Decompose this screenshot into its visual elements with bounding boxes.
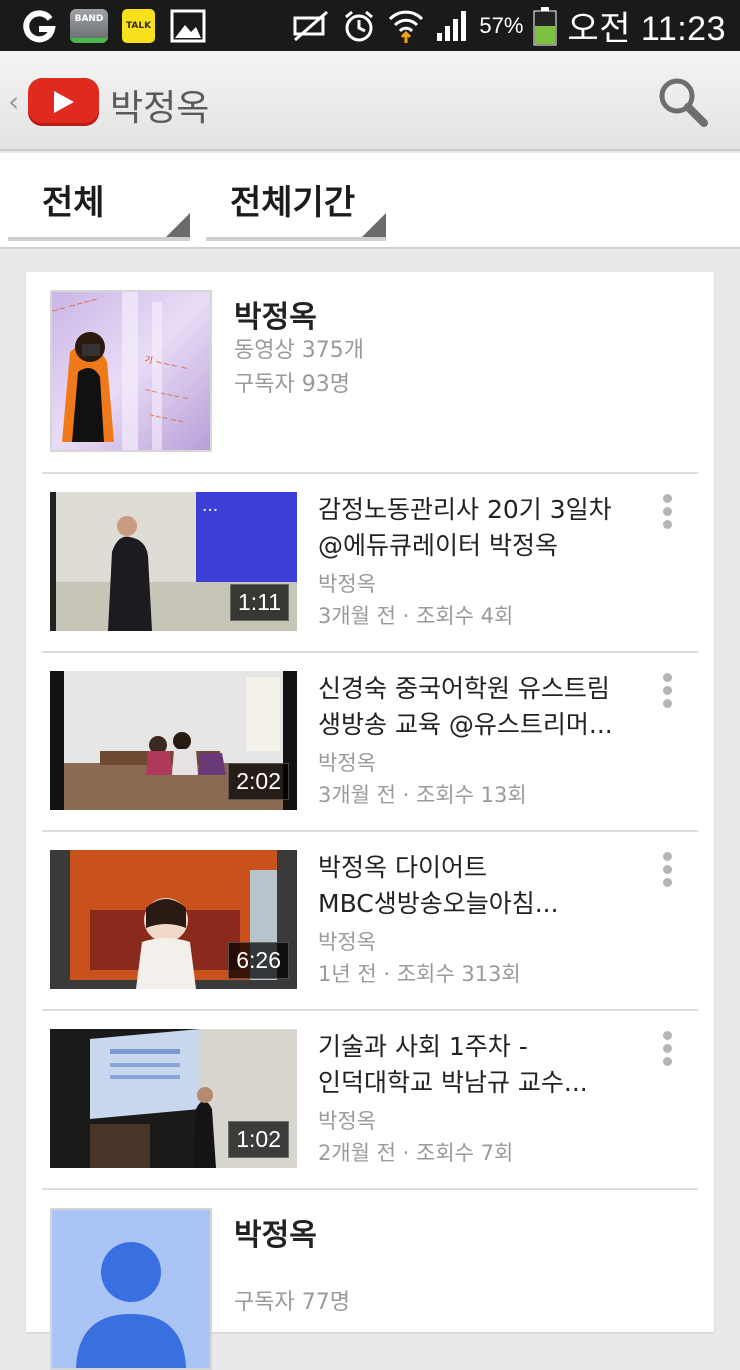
channel-result[interactable]: 기 ~~~ ~ ~~ ~~~ ~ ~~~ ~~ ~~ ~~~~ 박정옥 동영상 … — [26, 272, 714, 472]
dropdown-corner-icon — [166, 213, 190, 237]
content-type-filter[interactable]: 전체 — [8, 175, 190, 241]
video-meta: 1년 전 · 조회수 313회 — [318, 962, 521, 986]
more-options-icon[interactable] — [660, 673, 674, 709]
wifi-icon — [389, 10, 424, 43]
status-right: 57% 오전 11:23 — [291, 0, 726, 51]
status-bar: BAND TALK 57% 오전 11:23 — [0, 0, 740, 51]
video-title: 신경숙 중국어학원 유스트림 생방송 교육 @유스트리머... — [318, 671, 648, 743]
more-options-icon[interactable] — [660, 1031, 674, 1067]
dropdown-corner-icon — [362, 213, 386, 237]
search-icon[interactable] — [656, 75, 710, 129]
video-title-line: 신경숙 중국어학원 유스트림 — [318, 674, 610, 703]
video-channel: 박정옥 — [318, 572, 376, 596]
more-options-icon[interactable] — [660, 494, 674, 530]
video-meta: 3개월 전 · 조회수 4회 — [318, 604, 514, 628]
video-title-line: 인덕대학교 박남규 교수... — [318, 1068, 588, 1097]
video-thumbnail[interactable]: 1:02 — [50, 1029, 297, 1168]
channel-subscriber-count: 구독자 77명 — [234, 1290, 350, 1315]
results-list: 기 ~~~ ~ ~~ ~~~ ~ ~~~ ~~ ~~ ~~~~ 박정옥 동영상 … — [26, 272, 714, 1370]
status-time: 오전 11:23 — [567, 10, 726, 48]
notification-g-icon — [23, 10, 56, 43]
battery-icon — [533, 6, 557, 45]
video-thumbnail[interactable]: ··· 1:11 — [50, 492, 297, 631]
video-duration: 2:02 — [228, 763, 289, 800]
video-item[interactable]: 2:02 신경숙 중국어학원 유스트림 생방송 교육 @유스트리머... 박정옥… — [26, 653, 714, 831]
video-thumbnail[interactable]: 6:26 — [50, 850, 297, 989]
period-filter[interactable]: 전체기간 — [206, 175, 386, 241]
video-duration: 1:02 — [228, 1121, 289, 1158]
video-title-line: 생방송 교육 @유스트리머... — [318, 710, 613, 739]
video-thumbnail[interactable]: 2:02 — [50, 671, 297, 810]
video-meta: 3개월 전 · 조회수 13회 — [318, 783, 527, 807]
svg-text:···: ··· — [202, 501, 218, 521]
video-duration: 1:11 — [229, 584, 289, 621]
video-item[interactable]: 6:26 박정옥 다이어트 MBC생방송오늘아침... 박정옥 1년 전 · 조… — [26, 832, 714, 1010]
content-type-label: 전체 — [42, 183, 105, 223]
video-channel: 박정옥 — [318, 1109, 376, 1133]
channel-name: 박정옥 — [234, 1218, 317, 1253]
channel-subscriber-count: 구독자 93명 — [234, 372, 350, 397]
video-title-line: 박정옥 다이어트 — [318, 853, 487, 882]
alarm-icon — [345, 10, 374, 41]
video-meta: 2개월 전 · 조회수 7회 — [318, 1141, 514, 1165]
youtube-logo-icon[interactable] — [28, 78, 99, 126]
signal-icon — [437, 10, 467, 41]
video-title: 기술과 사회 1주차 - 인덕대학교 박남규 교수... — [318, 1029, 648, 1101]
kakaotalk-icon: TALK — [122, 9, 155, 43]
video-title-line: MBC생방송오늘아침... — [318, 889, 559, 918]
channel-thumbnail[interactable]: 기 ~~~ ~ ~~ ~~~ ~ ~~~ ~~ ~~ ~~~~ — [50, 290, 212, 452]
video-duration: 6:26 — [228, 942, 289, 979]
gallery-icon — [170, 9, 206, 43]
video-title-line: 기술과 사회 1주차 - — [318, 1032, 528, 1061]
no-sim-icon — [293, 10, 329, 41]
video-title: 박정옥 다이어트 MBC생방송오늘아침... — [318, 850, 648, 922]
action-bar: ‹ 박정옥 — [0, 51, 740, 151]
video-channel: 박정옥 — [318, 930, 376, 954]
video-item[interactable]: ··· 1:11 감정노동관리사 20기 3일차 @에듀큐레이터 박정옥 박정옥… — [26, 474, 714, 652]
channel-name: 박정옥 — [234, 300, 317, 335]
video-channel: 박정옥 — [318, 751, 376, 775]
channel-result[interactable]: 박정옥 구독자 77명 — [26, 1190, 714, 1370]
channel-video-count: 동영상 375개 — [234, 338, 364, 363]
video-item[interactable]: 1:02 기술과 사회 1주차 - 인덕대학교 박남규 교수... 박정옥 2개… — [26, 1011, 714, 1189]
default-avatar-icon[interactable] — [50, 1208, 212, 1370]
period-label: 전체기간 — [230, 183, 356, 223]
more-options-icon[interactable] — [660, 852, 674, 888]
battery-percent: 57% — [479, 12, 524, 38]
video-title-line: 감정노동관리사 20기 3일차 — [318, 495, 612, 524]
back-chevron-icon[interactable]: ‹ — [8, 85, 19, 118]
video-title-line: @에듀큐레이터 박정옥 — [318, 531, 558, 560]
filter-bar: 전체 전체기간 — [0, 153, 740, 249]
video-title: 감정노동관리사 20기 3일차 @에듀큐레이터 박정옥 — [318, 492, 648, 564]
band-app-icon: BAND — [70, 9, 108, 43]
page-title: 박정옥 — [110, 88, 210, 129]
